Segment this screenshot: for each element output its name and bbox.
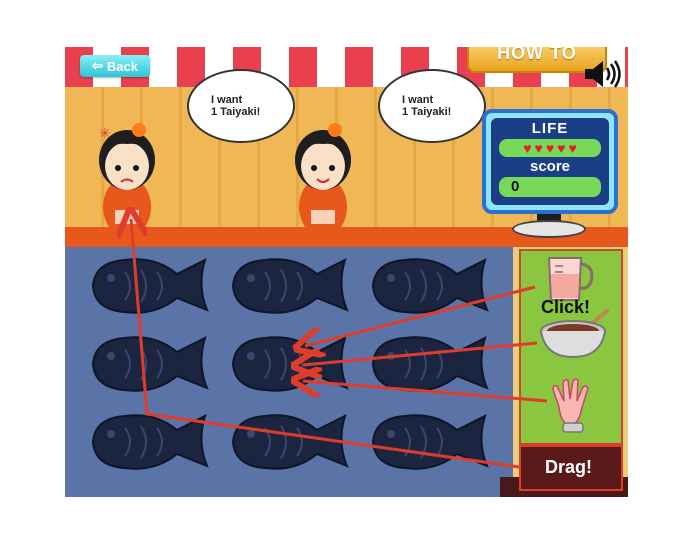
- taiyaki-mold-slot[interactable]: [225, 330, 353, 396]
- status-monitor: LIFE ♥ ♥ ♥ ♥ ♥ score 0: [482, 109, 618, 214]
- glove-icon[interactable]: [549, 377, 595, 435]
- customer-1-angry-girl: ✳: [99, 123, 155, 232]
- bubble-1-line1: I want: [211, 94, 243, 106]
- taiyaki-mold-slot[interactable]: [85, 408, 213, 474]
- how-to-label: HOW TO: [497, 47, 577, 63]
- monitor-base: [512, 220, 586, 238]
- heart-icon: ♥: [568, 140, 577, 156]
- game-stage: ⇦ Back HOW TO I want 1 Taiyaki! ✳ I want…: [65, 47, 628, 497]
- heart-icon: ♥: [523, 140, 532, 156]
- heart-icon: ♥: [557, 140, 566, 156]
- drag-hint-label: Drag!: [545, 457, 593, 477]
- click-hint-label: Click!: [541, 297, 591, 317]
- heart-icon: ♥: [534, 140, 543, 156]
- speaker-icon[interactable]: [583, 59, 623, 89]
- svg-text:✳: ✳: [99, 126, 111, 142]
- back-button[interactable]: ⇦ Back: [80, 55, 150, 77]
- back-arrow-icon: ⇦: [92, 58, 103, 73]
- speech-bubble-1: I want 1 Taiyaki!: [187, 69, 295, 143]
- bubble-2-line2: 1 Taiyaki!: [402, 106, 452, 118]
- life-hearts: ♥ ♥ ♥ ♥ ♥: [499, 139, 601, 157]
- taiyaki-mold-slot[interactable]: [225, 252, 353, 318]
- score-box: 0: [499, 177, 601, 197]
- score-value: 0: [511, 178, 520, 195]
- taiyaki-mold-slot[interactable]: [365, 252, 493, 318]
- bubble-1-line2: 1 Taiyaki!: [211, 106, 261, 118]
- heart-icon: ♥: [545, 140, 555, 156]
- taiyaki-mold-slot[interactable]: [225, 408, 353, 474]
- bubble-2-line1: I want: [402, 94, 434, 106]
- score-label: score: [529, 158, 571, 175]
- life-label: LIFE: [531, 120, 569, 137]
- taiyaki-mold-slot[interactable]: [85, 252, 213, 318]
- back-label: Back: [106, 58, 138, 74]
- customer-2-happy-girl: [295, 123, 351, 232]
- speech-bubble-2: I want 1 Taiyaki!: [378, 69, 486, 143]
- taiyaki-mold-slot[interactable]: [85, 330, 213, 396]
- taiyaki-mold-slot[interactable]: [365, 408, 493, 474]
- taiyaki-mold-slot[interactable]: [365, 330, 493, 396]
